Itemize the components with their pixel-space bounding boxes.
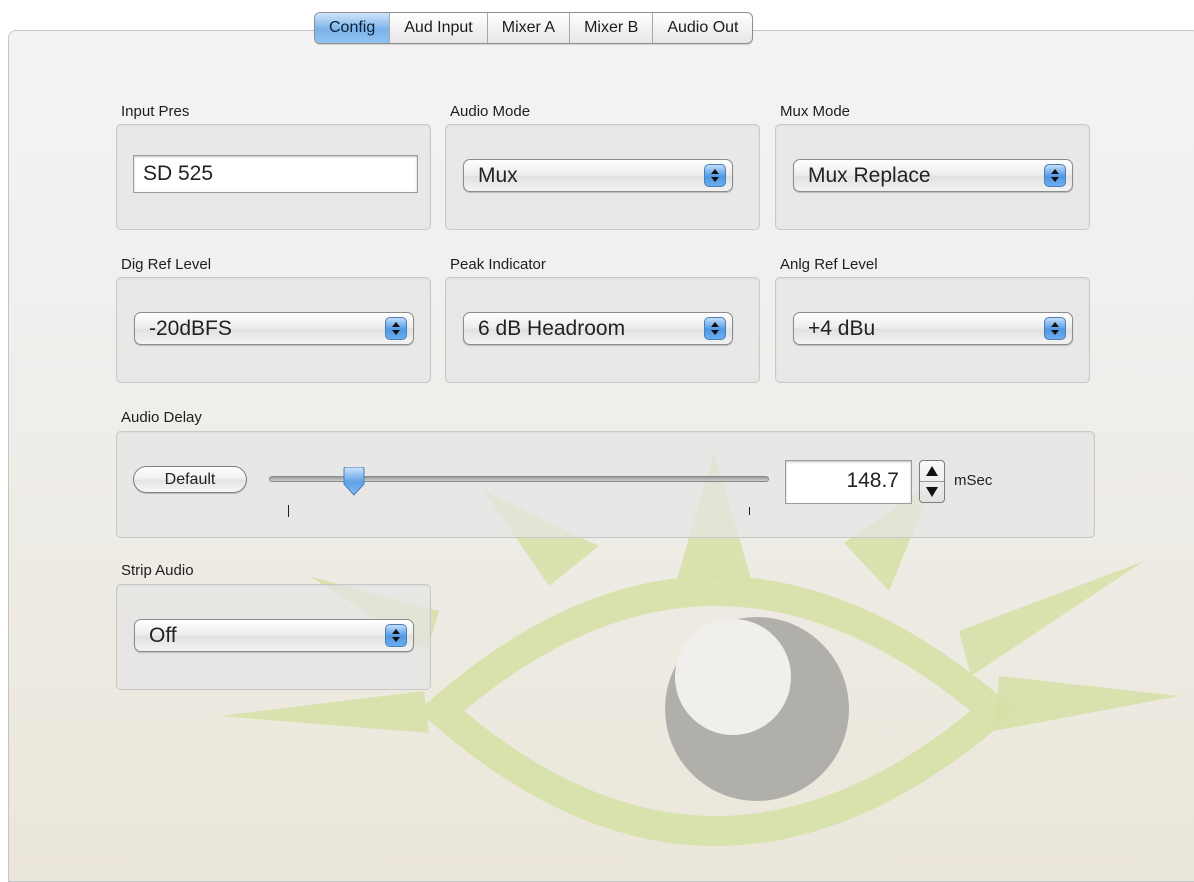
strip-audio-label: Strip Audio (121, 562, 194, 579)
stepper-down-icon[interactable] (920, 482, 944, 502)
popup-arrows-icon (385, 317, 407, 340)
audio-delay-field[interactable]: 148.7 (785, 460, 912, 504)
anlg-ref-level-group: +4 dBu (775, 277, 1090, 383)
dig-ref-level-group: -20dBFS (116, 277, 431, 383)
peak-indicator-group: 6 dB Headroom (445, 277, 760, 383)
audio-delay-unit: mSec (954, 472, 993, 489)
tab-bar: Config Aud Input Mixer A Mixer B Audio O… (314, 12, 754, 44)
mux-mode-group: Mux Replace (775, 124, 1090, 230)
dig-ref-level-value: -20dBFS (149, 317, 232, 340)
strip-audio-select[interactable]: Off (134, 619, 414, 652)
tab-audio-out[interactable]: Audio Out (652, 13, 752, 43)
dig-ref-level-select[interactable]: -20dBFS (134, 312, 414, 345)
audio-mode-value: Mux (478, 164, 518, 187)
popup-arrows-icon (704, 164, 726, 187)
input-pres-group: SD 525 (116, 124, 431, 230)
mux-mode-value: Mux Replace (808, 164, 931, 187)
audio-delay-stepper[interactable] (919, 460, 945, 503)
tab-config[interactable]: Config (315, 13, 390, 43)
default-button[interactable]: Default (133, 466, 247, 493)
anlg-ref-level-value: +4 dBu (808, 317, 876, 340)
anlg-ref-level-select[interactable]: +4 dBu (793, 312, 1073, 345)
audio-delay-label: Audio Delay (121, 409, 202, 426)
strip-audio-value: Off (149, 624, 177, 647)
popup-arrows-icon (1044, 317, 1066, 340)
mux-mode-label: Mux Mode (780, 103, 851, 120)
dig-ref-level-label: Dig Ref Level (121, 256, 212, 273)
popup-arrows-icon (704, 317, 726, 340)
slider-max-tick (749, 507, 750, 515)
popup-arrows-icon (1044, 164, 1066, 187)
config-panel: Input Pres SD 525 Audio Mode Mux Mux Mod… (8, 30, 1194, 882)
strip-audio-group: Off (116, 584, 431, 690)
peak-indicator-value: 6 dB Headroom (478, 317, 626, 340)
popup-arrows-icon (385, 624, 407, 647)
stepper-up-icon[interactable] (920, 461, 944, 482)
input-pres-field[interactable]: SD 525 (133, 155, 418, 193)
peak-indicator-select[interactable]: 6 dB Headroom (463, 312, 733, 345)
input-pres-label: Input Pres (121, 103, 190, 120)
audio-mode-select[interactable]: Mux (463, 159, 733, 192)
audio-mode-group: Mux (445, 124, 760, 230)
audio-delay-group: Default 148.7 mSec (116, 431, 1095, 538)
slider-thumb[interactable] (341, 467, 367, 497)
slider-min-tick (288, 505, 289, 517)
tab-mixer-a[interactable]: Mixer A (486, 13, 569, 43)
audio-mode-label: Audio Mode (450, 103, 531, 120)
tab-aud-input[interactable]: Aud Input (389, 13, 487, 43)
peak-indicator-label: Peak Indicator (450, 256, 546, 273)
mux-mode-select[interactable]: Mux Replace (793, 159, 1073, 192)
anlg-ref-level-label: Anlg Ref Level (780, 256, 878, 273)
tab-mixer-b[interactable]: Mixer B (569, 13, 652, 43)
